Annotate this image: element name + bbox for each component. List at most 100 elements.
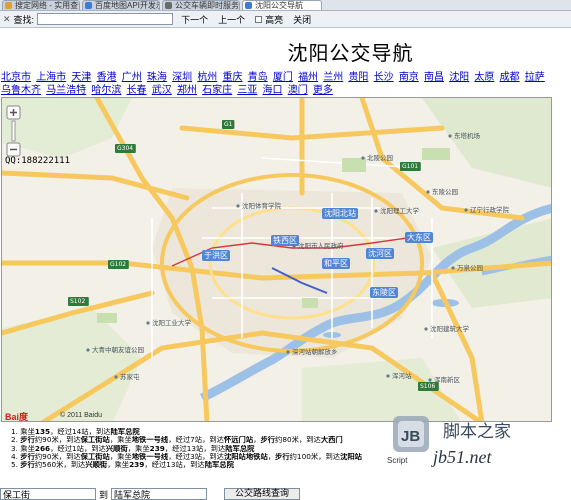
city-link[interactable]: 福州 [298,72,318,83]
city-link[interactable]: 沈阳 [449,72,469,83]
jb51-cn-text: 脚本之家 [443,422,511,442]
find-prev-button[interactable]: 上一个 [218,13,245,26]
to-label: 到 [99,490,109,500]
poi-dot [374,209,378,213]
find-next-button[interactable]: 下一个 [181,13,208,26]
route-text: 乘坐 [20,428,35,436]
map-label: 沈河区 [368,248,392,258]
route-keyword: 步行 [275,452,290,461]
route-query-form: 到 公交路线查询 [0,488,571,500]
city-link[interactable]: 厦门 [273,72,293,83]
city-link[interactable]: 杭州 [197,72,217,83]
city-link[interactable]: 贵阳 [348,72,368,83]
tab-label: 搜定网络 - 实用查询, 站… [15,0,79,10]
route-text: 约80米，到达 [275,436,321,445]
highlight-checkbox[interactable] [255,15,263,23]
route-keyword: 步行 [260,436,276,445]
route-keyword: 135 [34,428,51,436]
browser-tab[interactable]: 沈阳公交导航 [242,0,322,10]
route-text: 约90米，到达 [34,436,81,445]
poi-dot [464,208,468,212]
find-input[interactable] [37,13,174,25]
poi-dot [448,134,452,138]
route-keyword: 239 [129,461,145,470]
route-keyword: 陆军总院 [225,444,255,453]
city-link[interactable]: 珠海 [147,72,167,83]
map-label: 东塔机场 [454,131,481,140]
to-station-input[interactable] [111,488,208,500]
find-bar: ✕ 查找: 下一个 上一个 高亮 关闭 [0,11,571,28]
page-title: 沈阳公交导航 [287,41,414,65]
route-keyword: 沈阳站 [340,452,362,461]
city-link[interactable]: 更多 [313,85,333,96]
route-keyword: 地铁一号线 [131,436,169,445]
qq-text: QQ:188222111 [5,156,71,166]
browser-tab[interactable]: 搜定网络 - 实用查询, 站… [2,0,80,10]
poi-dot [361,156,365,160]
find-dismiss-label: 关闭 [293,14,312,25]
find-dismiss-button[interactable]: 关闭 [293,13,311,26]
poi-dot [386,374,390,378]
city-link[interactable]: 南京 [399,72,419,83]
poi-dot [292,244,296,248]
route-keyword: 兴顺街 [85,461,108,470]
city-link[interactable]: 海口 [263,85,283,96]
jb51-url: jb51.net [431,447,492,467]
route-text: ，经过13站，到达 [164,444,226,453]
browser-tab[interactable]: 公交车辆即时服务接口 [162,0,240,10]
city-link[interactable]: 石家庄 [202,85,232,96]
find-close-icon[interactable]: ✕ [3,14,11,25]
baidu-logo: Bai度 [5,412,29,422]
route-keyword: 步行 [20,452,35,461]
city-link[interactable]: 上海市 [36,72,66,83]
city-link[interactable]: 北京市 [1,72,31,83]
map-canvas[interactable]: 沈阳北站 铁西区 于洪区 和平区 沈河区 大东区 东陵区 沈阳市人民政府 东陵公园 沈阳体育学院沈… [1,97,552,422]
right-gutter [553,97,571,457]
route-number: 1. [11,428,18,436]
map-label: 沈阳北站 [324,208,356,218]
poi-dot [426,190,430,194]
browser-tab[interactable]: 百度地图API开发示例 [82,0,160,10]
city-link[interactable]: 天津 [71,72,91,83]
city-link[interactable]: 长春 [127,85,147,96]
map-label: 深河站朝解放乡 [292,347,338,356]
poi-dot [114,375,118,379]
city-link[interactable]: 青岛 [248,72,268,83]
city-link[interactable]: 武汉 [152,85,172,96]
route-text: ，经过3站，到达 [168,452,224,461]
city-link[interactable]: 乌鲁木齐 [1,85,41,96]
route-number: 5. [11,461,18,470]
route-keyword: 239 [149,444,165,453]
map-label: S106 [420,383,435,390]
city-link[interactable]: 广州 [122,72,142,83]
map-label: 辽宁行政学院 [470,205,510,214]
city-link[interactable]: 哈尔滨 [91,85,121,96]
city-link[interactable]: 三亚 [237,85,257,96]
find-prev-label: 上一个 [218,14,246,25]
city-link[interactable]: 长沙 [374,72,394,83]
city-link[interactable]: 重庆 [223,72,243,83]
city-link[interactable]: 兰州 [323,72,343,83]
city-link[interactable]: 拉萨 [525,72,545,83]
route-text: 约560米，到达 [34,461,86,470]
map-label: 沈阳建筑大学 [430,324,470,333]
map-label: 沈阳工业大学 [152,318,192,327]
route-keyword: 陆军总院 [204,461,234,470]
city-link[interactable]: 马兰浩特 [46,85,86,96]
city-link[interactable]: 郑州 [177,85,197,96]
city-link[interactable]: 成都 [500,72,520,83]
map-label: 沈阳市人民政府 [298,241,344,250]
from-station-input[interactable] [0,488,96,500]
highlight-toggle[interactable]: 高亮 [255,13,283,26]
poi-dot [236,204,240,208]
route-text: ，经过7站，到达 [168,436,224,445]
city-link[interactable]: 澳门 [288,85,308,96]
city-link[interactable]: 深圳 [172,72,192,83]
poi-dot [146,321,150,325]
city-link[interactable]: 南昌 [424,72,444,83]
city-link[interactable]: 香港 [97,72,117,83]
route-query-button[interactable]: 公交路线查询 [224,488,301,500]
route-keyword: 兴顺街 [105,444,128,453]
map-label: 东陵公园 [432,187,458,196]
city-link[interactable]: 太原 [474,72,494,83]
